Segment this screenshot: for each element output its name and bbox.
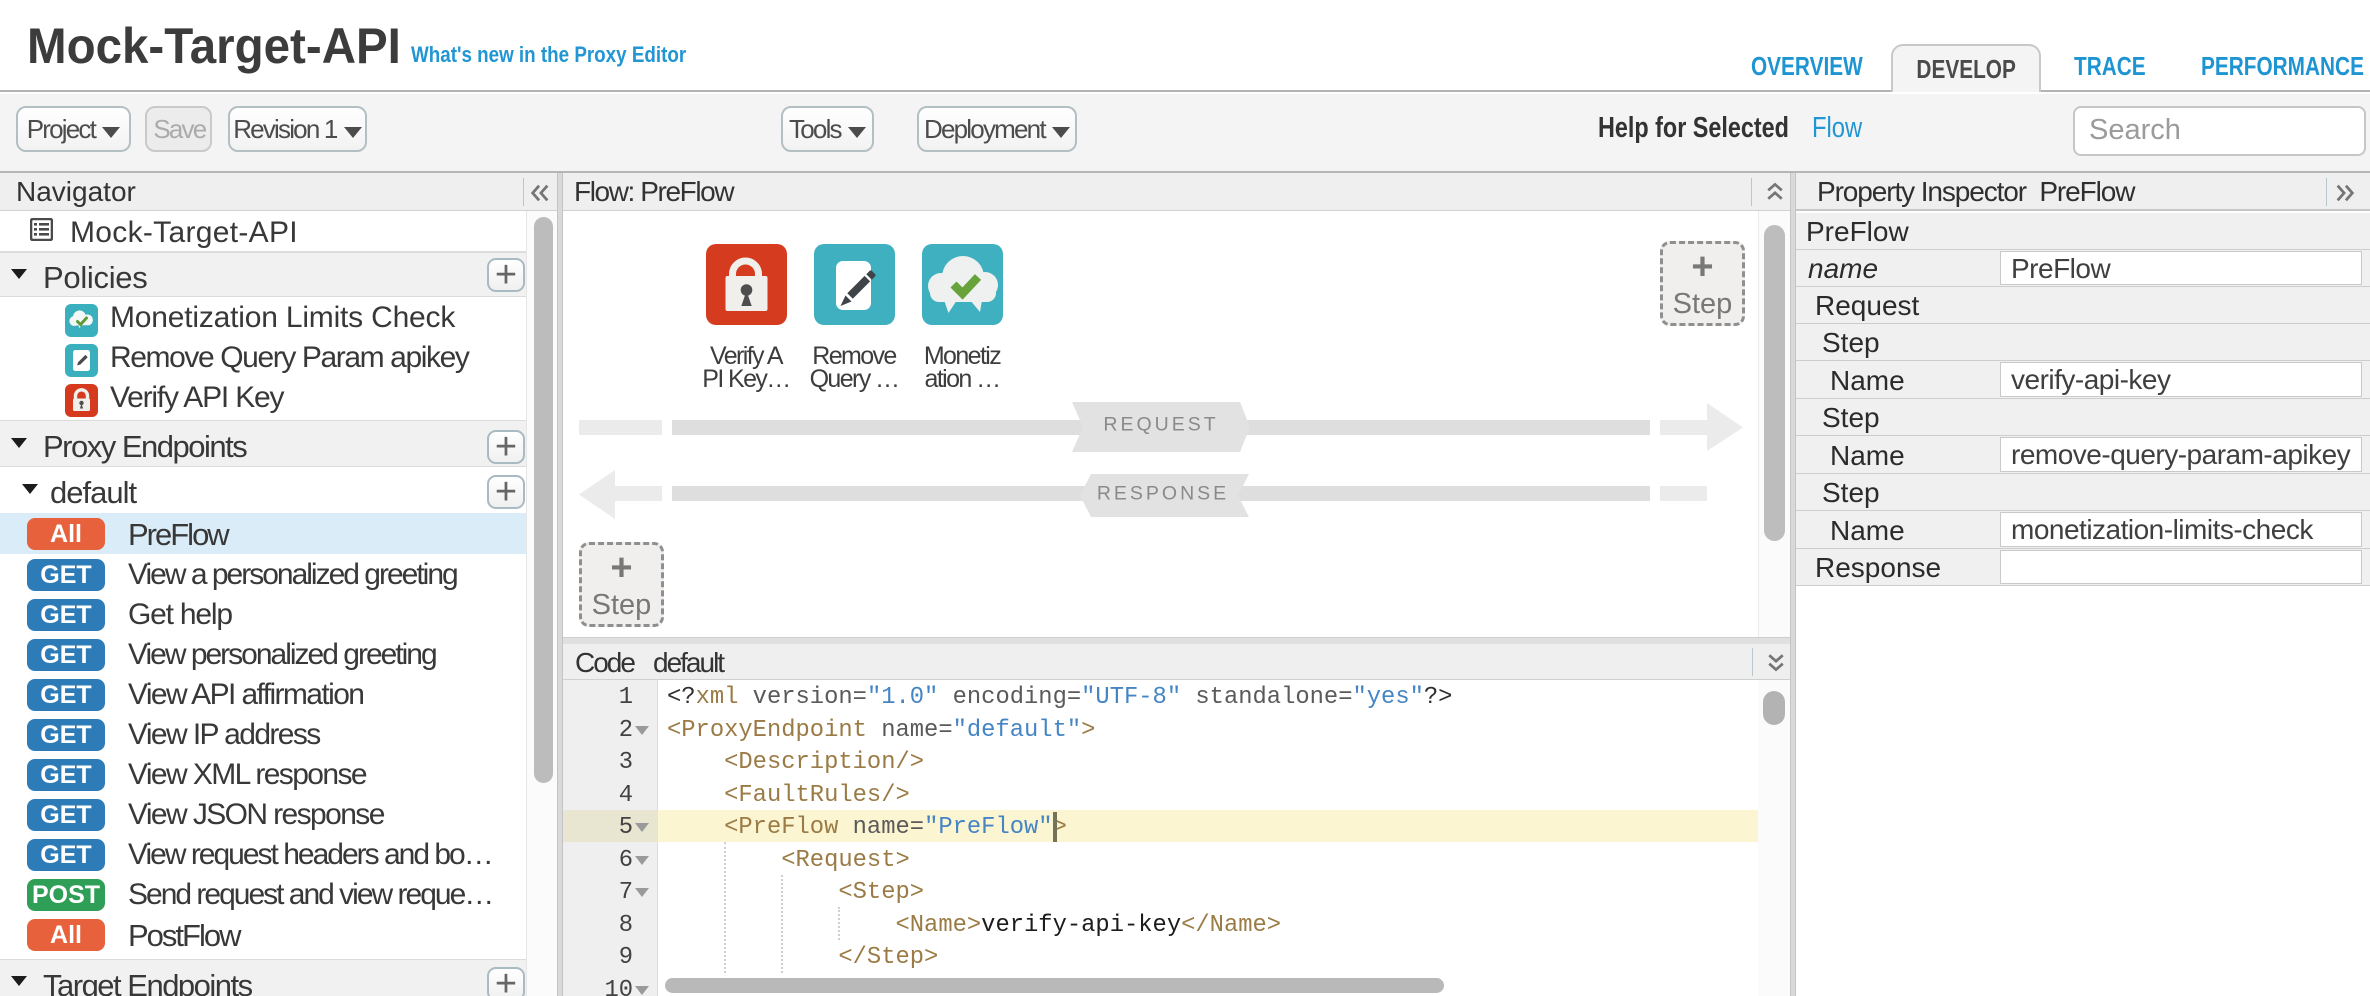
svg-text:REQUEST: REQUEST: [1103, 414, 1218, 436]
svg-text:RESPONSE: RESPONSE: [1097, 483, 1229, 505]
